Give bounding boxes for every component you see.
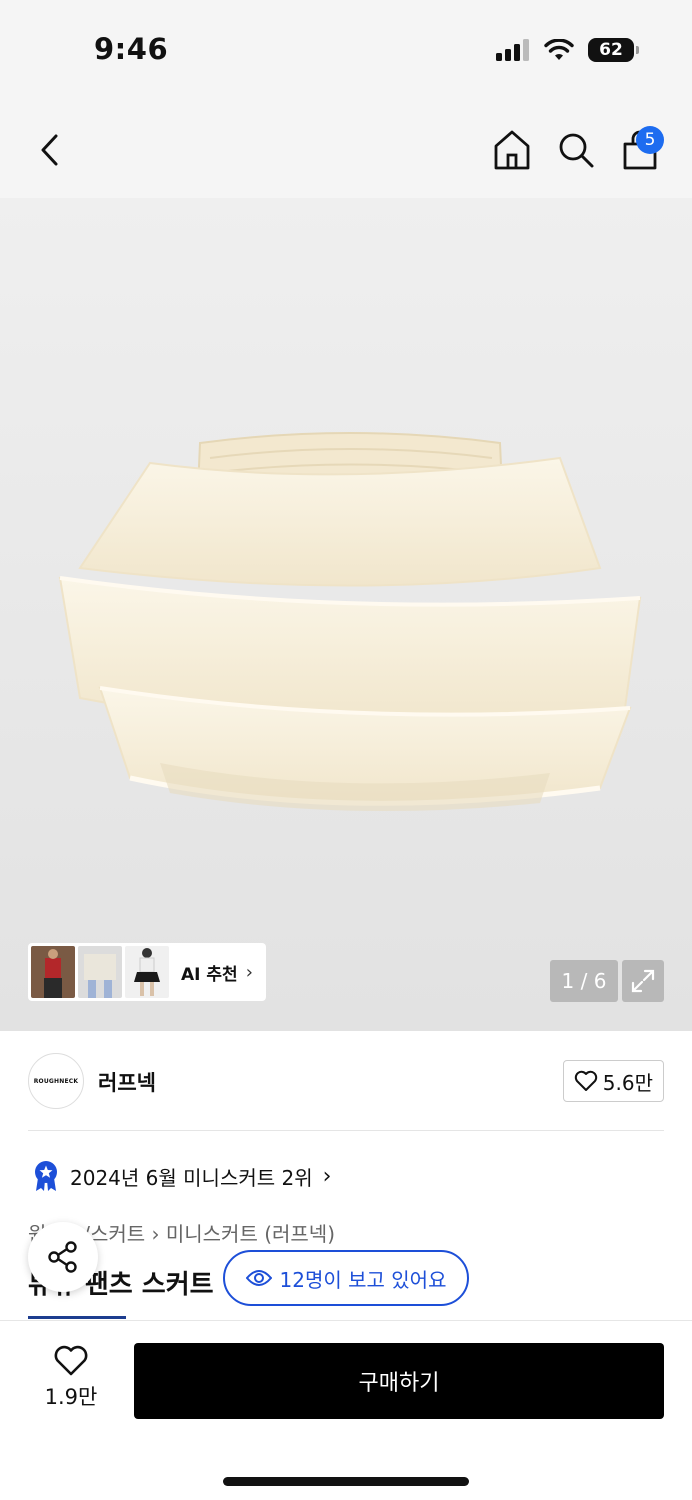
ranking-text: 2024년 6월 미니스커트 2위: [70, 1165, 313, 1190]
live-viewers-pill: 12명이 보고 있어요: [223, 1250, 469, 1306]
cart-count-badge: 5: [636, 126, 664, 154]
wifi-icon: [544, 39, 574, 60]
divider: [28, 1130, 664, 1131]
status-bar: 9:46 62: [0, 0, 692, 100]
share-icon: [48, 1241, 77, 1273]
brand-row[interactable]: ROUGHNECK 러프넥 5.6만: [28, 1051, 664, 1111]
home-indicator: [223, 1477, 469, 1486]
brand-logo-text: ROUGHNECK: [33, 1077, 79, 1085]
ai-recommend-label: AI 추천: [181, 964, 238, 985]
chevron-right-icon: ›: [322, 1163, 332, 1189]
recommendation-thumbnail[interactable]: [78, 946, 122, 998]
status-time: 9:46: [94, 32, 169, 66]
product-image-skirt: [58, 432, 642, 811]
heart-icon: [574, 1070, 597, 1091]
wishlist-button[interactable]: 1.9만: [36, 1345, 106, 1415]
status-icons: 62: [496, 38, 639, 62]
bottom-purchase-bar: 1.9만 구매하기: [0, 1320, 692, 1500]
image-page-counter: 1 / 6: [550, 960, 618, 1002]
brand-logo[interactable]: ROUGHNECK: [28, 1053, 84, 1109]
signal-icon: [496, 39, 529, 61]
heart-icon: [54, 1345, 88, 1376]
title-underline: [28, 1316, 126, 1319]
product-image-gallery[interactable]: AI 추천 › 1 / 6: [0, 198, 692, 1031]
search-icon[interactable]: [556, 130, 596, 170]
back-arrow-icon[interactable]: [34, 130, 66, 170]
chevron-right-icon: ›: [245, 961, 253, 983]
ranking-row[interactable]: 2024년 6월 미니스커트 2위 ›: [32, 1160, 331, 1192]
brand-like-button[interactable]: 5.6만: [562, 1060, 664, 1102]
brand-like-count: 5.6만: [602, 1070, 653, 1095]
battery-icon: 62: [588, 38, 639, 62]
wishlist-count: 1.9만: [44, 1385, 98, 1409]
home-icon[interactable]: [492, 128, 532, 172]
expand-icon: [631, 969, 655, 993]
expand-image-button[interactable]: [622, 960, 664, 1002]
ai-recommendation-strip[interactable]: AI 추천 ›: [28, 943, 266, 1001]
brand-name[interactable]: 러프넥: [98, 1067, 156, 1097]
share-button[interactable]: [28, 1222, 98, 1292]
top-nav-bar: [0, 100, 692, 198]
recommendation-thumbnail[interactable]: [125, 946, 169, 998]
eye-icon: [245, 1270, 272, 1286]
recommendation-thumbnail[interactable]: [31, 946, 75, 998]
ranking-badge-icon: [35, 1161, 57, 1191]
live-viewers-text: 12명이 보고 있어요: [279, 1267, 447, 1292]
buy-button[interactable]: 구매하기: [134, 1343, 664, 1419]
